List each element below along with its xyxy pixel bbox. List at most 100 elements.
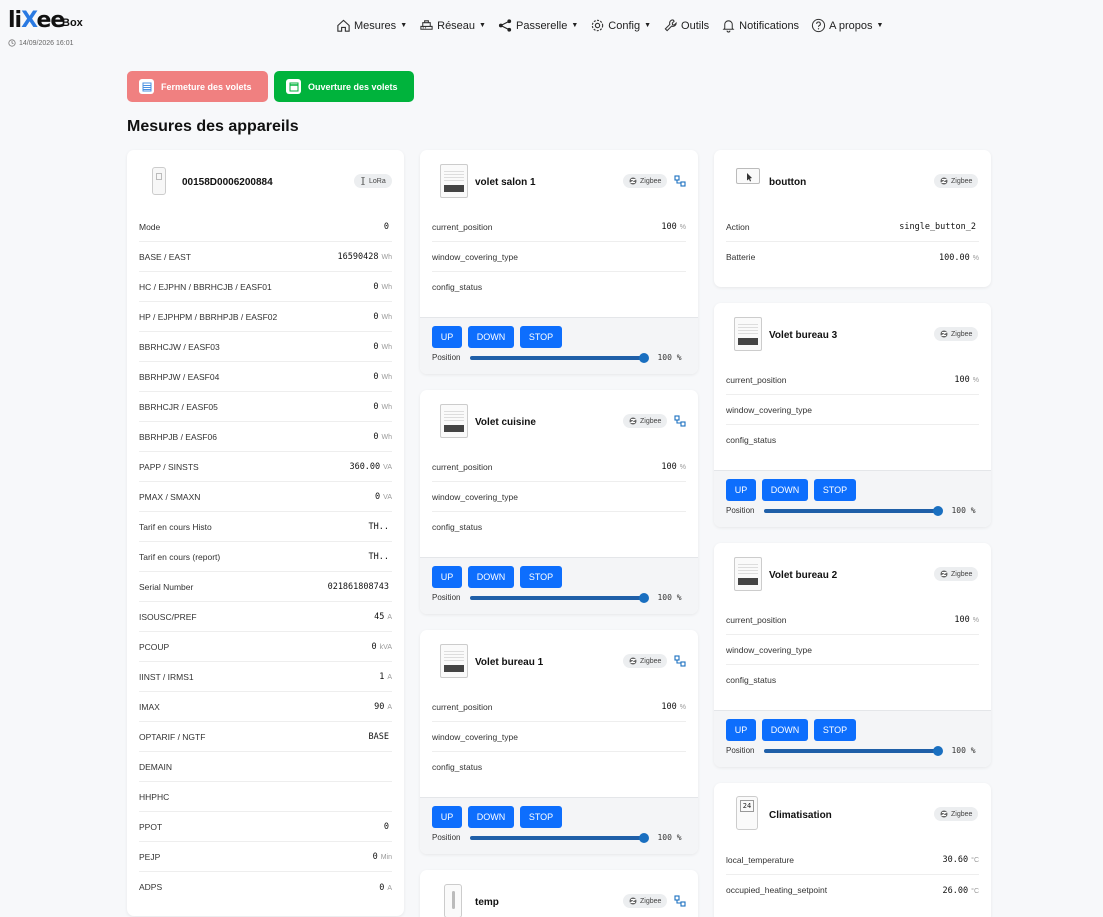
slider-handle[interactable] bbox=[933, 505, 944, 516]
measurement-list: current_position 100% window_covering_type… bbox=[714, 365, 991, 455]
position-slider[interactable] bbox=[470, 352, 650, 363]
open-shutters-button[interactable]: Ouverture des volets bbox=[274, 71, 414, 102]
stop-button[interactable]: STOP bbox=[520, 806, 562, 828]
caret-down-icon: ▼ bbox=[479, 22, 486, 29]
down-button[interactable]: DOWN bbox=[762, 479, 808, 501]
measurement-label: window_covering_type bbox=[432, 491, 518, 502]
network-link-icon[interactable] bbox=[674, 175, 686, 187]
measurement-unit: °C bbox=[971, 857, 979, 864]
measurement-value-group: 0 VA bbox=[375, 491, 392, 502]
measurement-value-group: 100.00% bbox=[939, 252, 979, 263]
measurement-row: config_status bbox=[432, 752, 686, 782]
down-button[interactable]: DOWN bbox=[468, 806, 514, 828]
card-header: temp Zigbee bbox=[420, 870, 698, 917]
measurement-value: 0 bbox=[373, 402, 379, 412]
position-slider[interactable] bbox=[470, 832, 650, 843]
stop-button[interactable]: STOP bbox=[520, 566, 562, 588]
nav-notifications[interactable]: Notifications bbox=[721, 18, 799, 33]
measurement-unit: Min bbox=[380, 854, 392, 861]
measurement-label: config_status bbox=[432, 522, 483, 532]
shutter-card-salon-1: volet salon 1 Zigbee current_position 100% w… bbox=[420, 150, 698, 374]
down-button[interactable]: DOWN bbox=[762, 719, 808, 741]
up-button[interactable]: UP bbox=[432, 326, 462, 348]
close-shutters-button[interactable]: Fermeture des volets bbox=[127, 71, 268, 102]
measurement-label: Batterie bbox=[726, 252, 756, 262]
nav-mesures[interactable]: Mesures ▼ bbox=[336, 18, 407, 33]
measurement-value: 1 bbox=[379, 672, 385, 682]
position-value: 100 % bbox=[951, 506, 976, 515]
measurement-label: PMAX / SMAXN bbox=[139, 491, 201, 502]
up-button[interactable]: UP bbox=[726, 479, 756, 501]
measurement-label: config_status bbox=[726, 675, 777, 685]
measurement-value-group bbox=[683, 522, 686, 533]
slider-handle[interactable] bbox=[639, 592, 650, 603]
measurement-row: PCOUP 0 kVA bbox=[139, 632, 392, 662]
device-name: volet salon 1 bbox=[475, 177, 536, 188]
up-button[interactable]: UP bbox=[726, 719, 756, 741]
measurement-value-group bbox=[976, 644, 979, 655]
measurement-value-group: 100% bbox=[661, 461, 686, 472]
measurement-unit: Wh bbox=[381, 374, 393, 381]
measurement-value: 0 bbox=[375, 492, 381, 502]
nav-apropos[interactable]: A propos ▼ bbox=[811, 18, 883, 33]
measurement-unit: % bbox=[679, 224, 686, 231]
measurement-label: ADPS bbox=[139, 882, 163, 892]
measurement-label: IMAX bbox=[139, 701, 160, 712]
slider-handle[interactable] bbox=[639, 352, 650, 363]
measurement-label: current_position bbox=[432, 701, 493, 712]
measurement-row: config_status bbox=[726, 425, 979, 455]
slider-handle[interactable] bbox=[639, 832, 650, 843]
measurement-value-group: 16590428 Wh bbox=[338, 251, 392, 262]
lixee-logo[interactable]: liXee bbox=[8, 8, 65, 33]
down-button[interactable]: DOWN bbox=[468, 326, 514, 348]
measurement-value: 100 bbox=[954, 615, 970, 625]
network-link-icon[interactable] bbox=[674, 655, 686, 667]
stop-button[interactable]: STOP bbox=[520, 326, 562, 348]
measurement-label: BBRHCJW / EASF03 bbox=[139, 341, 220, 352]
measurement-label: current_position bbox=[726, 614, 787, 625]
measurement-value-group: single_button_2 bbox=[899, 221, 979, 232]
measurement-label: window_covering_type bbox=[726, 644, 812, 655]
protocol-badge: Zigbee bbox=[934, 807, 979, 821]
nav-reseau[interactable]: Réseau ▼ bbox=[419, 18, 486, 33]
measurement-row: PEJP 0 Min bbox=[139, 842, 392, 872]
measurement-label: Serial Number bbox=[139, 581, 194, 592]
nav-passerelle[interactable]: Passerelle ▼ bbox=[498, 18, 578, 33]
shutter-device-icon bbox=[734, 317, 762, 351]
shutter-card-bureau-2: Volet bureau 2 Zigbee current_position 100%… bbox=[714, 543, 991, 767]
network-link-icon[interactable] bbox=[674, 415, 686, 427]
measurement-row: ISOUSC/PREF 45 A bbox=[139, 602, 392, 632]
measurement-unit: A bbox=[387, 704, 392, 711]
measurement-value-group bbox=[683, 762, 686, 773]
up-button[interactable]: UP bbox=[432, 806, 462, 828]
thermostat-icon: 24 bbox=[736, 796, 758, 830]
up-button[interactable]: UP bbox=[432, 566, 462, 588]
zigbee-icon bbox=[940, 330, 948, 338]
meter-device-icon bbox=[152, 167, 166, 195]
measurement-value-group bbox=[976, 675, 979, 686]
measurement-label: BBRHCJR / EASF05 bbox=[139, 401, 218, 412]
slider-handle[interactable] bbox=[933, 745, 944, 756]
measurement-row: PAPP / SINSTS 360.00 VA bbox=[139, 452, 392, 482]
bell-icon bbox=[722, 20, 735, 33]
position-label: Position bbox=[432, 593, 461, 602]
card-header: boutton Zigbee bbox=[714, 150, 991, 212]
position-slider[interactable] bbox=[764, 745, 944, 756]
network-link-icon[interactable] bbox=[674, 895, 686, 907]
shutter-device-icon bbox=[440, 644, 468, 678]
measurement-label: window_covering_type bbox=[432, 251, 518, 262]
measurement-value-group: 30.60 °C bbox=[943, 854, 979, 865]
position-slider[interactable] bbox=[764, 505, 944, 516]
measurement-value: 0 bbox=[379, 882, 385, 893]
switch-device-icon bbox=[736, 168, 760, 184]
nav-outils[interactable]: Outils bbox=[663, 18, 709, 33]
stop-button[interactable]: STOP bbox=[814, 719, 856, 741]
measurement-row: IINST / IRMS1 1 A bbox=[139, 662, 392, 692]
stop-button[interactable]: STOP bbox=[814, 479, 856, 501]
down-button[interactable]: DOWN bbox=[468, 566, 514, 588]
nav-config[interactable]: Config ▼ bbox=[590, 18, 651, 33]
measurement-row: HP / EJPHPM / BBRHPJB / EASF02 0 Wh bbox=[139, 302, 392, 332]
position-slider[interactable] bbox=[470, 592, 650, 603]
measurement-row: ADPS 0 A bbox=[139, 872, 392, 902]
datetime: 14/09/2026 16:01 bbox=[8, 39, 74, 47]
